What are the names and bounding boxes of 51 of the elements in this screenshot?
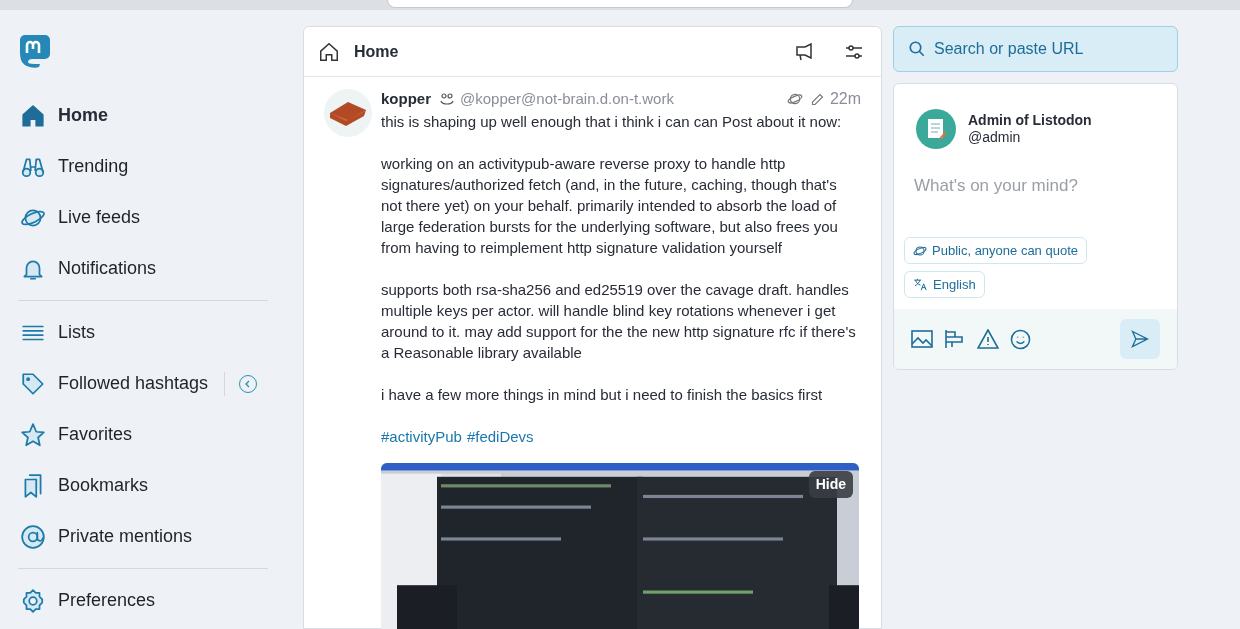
warning-icon [977,329,999,349]
compose-form[interactable]: Admin of Listodon @admin What's on your mind? Public, anyone can quote English [893,83,1178,370]
content-warning-button[interactable] [977,329,999,349]
sidebar-nav-item[interactable]: Bookmarks [18,472,149,499]
poll-button[interactable] [944,329,966,349]
avatar-icon[interactable] [324,89,372,137]
bot-icon [439,91,455,107]
send-icon [1130,329,1150,349]
tag-icon [20,370,46,397]
smiley-icon [1010,328,1031,350]
search-input[interactable]: Search or paste URL [934,37,1163,61]
post-paragraph: supports both rsa-sha256 and ed25519 over the cavage draft. handles multiple keys per actor. will handle blind key rotations whenever i get around to it. may add support for the the new http signature rfc if there's a Reasonable library available [381,280,857,363]
star-icon [20,421,46,448]
at-icon [20,523,46,550]
visibility-button[interactable]: Public, anyone can quote [904,237,1087,264]
emoji-button[interactable] [1010,328,1031,350]
send-button[interactable] [1120,319,1160,359]
settings-icon [20,587,46,614]
sidebar-nav-item[interactable]: Private mentions [18,523,193,550]
image-icon [911,329,933,349]
planet-icon [786,91,803,107]
author-name[interactable]: kopper [381,87,431,111]
search-icon [908,40,926,58]
sidebar-nav-item[interactable]: Trending [18,153,129,180]
column-title: Home [354,41,399,62]
hashtag-link[interactable]: #fediDevs [466,426,534,447]
sidebar-nav-item[interactable]: Followed hashtags [18,370,209,397]
post-paragraph: i have a few more things in mind but i need to finish the basics first [381,385,824,405]
avatar-icon[interactable] [916,109,956,149]
search-field[interactable]: Search or paste URL [893,26,1178,72]
sidebar-nav-item[interactable]: Favorites [18,421,133,448]
sliders-icon [845,43,863,60]
hashtag-link[interactable]: #activityPub [381,426,462,447]
sidebar-nav-item[interactable]: Lists [18,319,95,346]
logo-icon[interactable] [19,34,51,68]
hide-media-button[interactable]: Hide [808,471,853,498]
planet-icon [913,243,927,258]
sidebar-nav-item[interactable]: Notifications [18,255,157,282]
account-handle: @admin [968,129,1022,146]
megaphone-icon [795,42,815,61]
home-icon [318,40,340,63]
sidebar-nav-item[interactable]: Home [18,102,108,129]
sidebar-nav-item[interactable]: Preferences [18,587,156,614]
translate-icon [913,277,928,292]
account-name: Admin of Listodon [968,112,1092,129]
bar-chart-icon [944,329,966,349]
sidebar-nav-item[interactable]: Live feeds [18,204,141,231]
language-button[interactable]: English [904,271,985,298]
attach-image-button[interactable] [911,329,933,349]
post-paragraph: this is shaping up well enough that i think i can can Post about it now: [381,112,843,132]
post-paragraph: working on an activitypub-aware reverse proxy to handle http signatures/authorized fetch (and, in the future, caching, though that's not there yet) on your behalf. primarily intended to absorb the load of large federation bursts for the underlying software, but also frees you from having to reimplement http signature validation yourself [381,154,839,258]
